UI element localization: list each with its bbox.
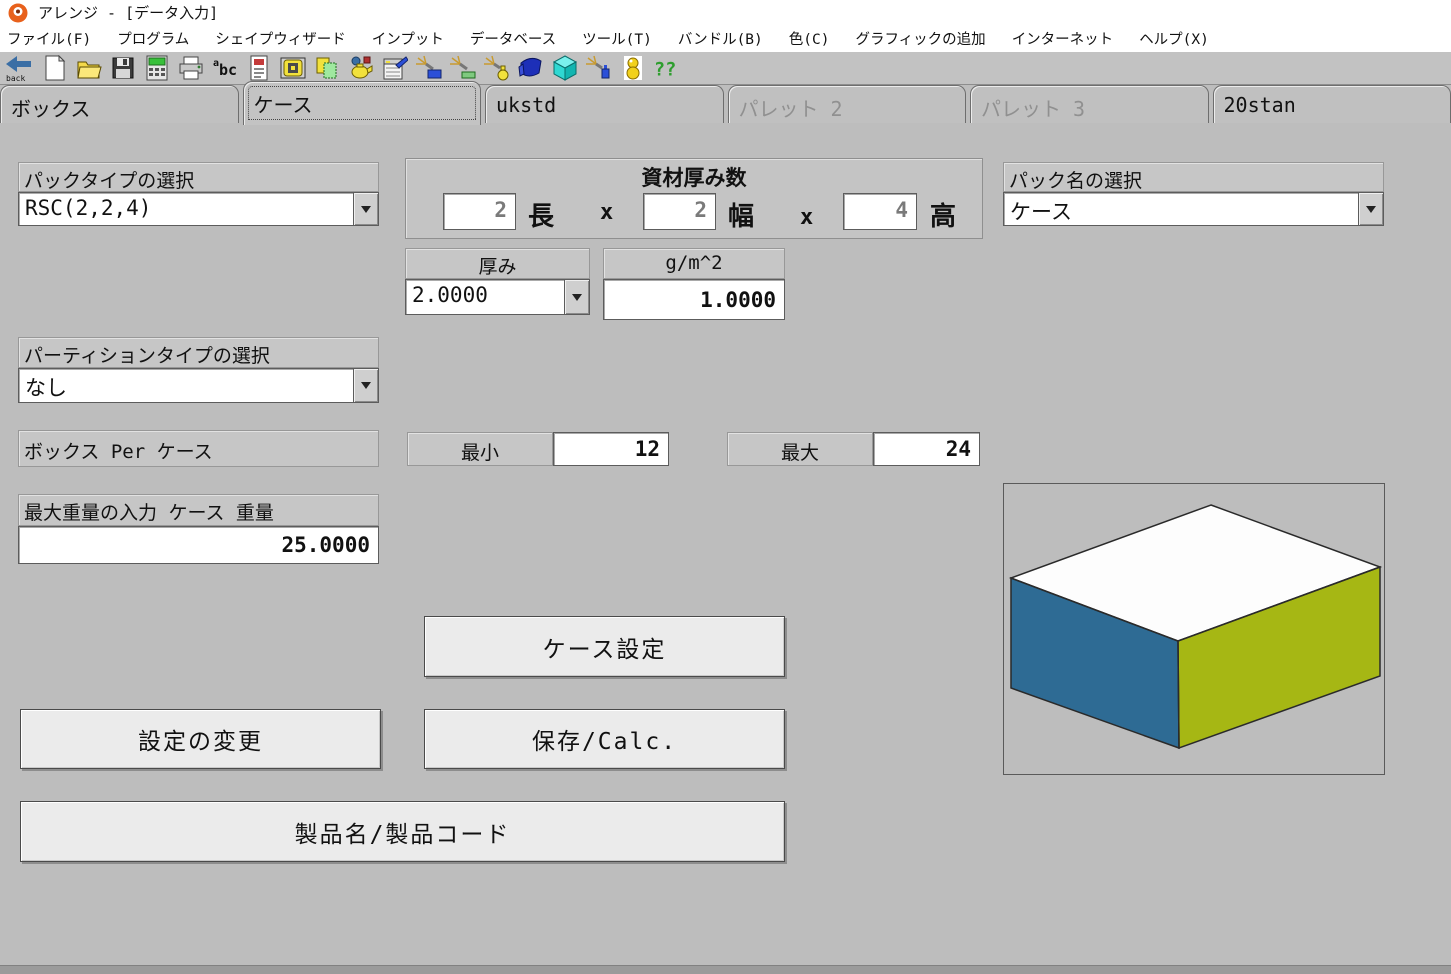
pack-type-value: RSC(2,2,4): [19, 193, 353, 225]
pack-name-dropdown-icon[interactable]: [1358, 193, 1383, 225]
material-width-input[interactable]: 2: [643, 193, 716, 230]
save-icon[interactable]: [109, 53, 137, 83]
menu-file[interactable]: ファイル(F): [7, 28, 91, 49]
material-height-input[interactable]: 4: [843, 193, 917, 230]
thickness-value: 2.0000: [406, 280, 564, 314]
back-icon[interactable]: back: [3, 53, 35, 83]
min-input[interactable]: 12: [553, 432, 669, 466]
app-logo-icon: [8, 3, 28, 23]
title-bar: アレンジ - [データ入力]: [0, 0, 1451, 25]
tab-bar: ボックス ケース ukstd パレット 2 パレット 3 20stan: [0, 85, 1451, 123]
partition-type-label: パーティションタイプの選択: [18, 337, 379, 368]
material-length-unit: 長: [528, 196, 554, 233]
min-label: 最小: [407, 432, 553, 466]
window-title: アレンジ - [データ入力]: [38, 2, 218, 23]
tab-case[interactable]: ケース: [243, 81, 482, 125]
partition-type-select[interactable]: なし: [18, 368, 379, 403]
max-weight-input[interactable]: 25.0000: [18, 526, 379, 564]
copy-pages-icon[interactable]: [313, 53, 341, 83]
box-view-icon[interactable]: [279, 53, 307, 83]
print-icon[interactable]: [177, 53, 205, 83]
tab-pallet-2[interactable]: パレット 2: [728, 85, 967, 123]
save-calc-button[interactable]: 保存/Calc.: [424, 709, 785, 769]
cyan-cube-icon[interactable]: [551, 53, 579, 83]
partition-type-value: なし: [19, 369, 353, 402]
paint-bottle-icon[interactable]: [483, 53, 511, 83]
menu-input[interactable]: インプット: [372, 28, 444, 49]
svg-text:??: ??: [654, 59, 676, 80]
menu-program[interactable]: プログラム: [117, 28, 189, 49]
app-window: アレンジ - [データ入力] ファイル(F) プログラム シェイプウィザード イ…: [0, 0, 1451, 974]
thickness-dropdown-icon[interactable]: [564, 280, 589, 314]
max-weight-label: 最大重量の入力 ケース 重量: [18, 494, 379, 526]
tab-box[interactable]: ボックス: [0, 85, 239, 123]
material-length-input[interactable]: 2: [443, 193, 516, 230]
pack-type-dropdown-icon[interactable]: [353, 193, 378, 225]
box-per-case-label: ボックス Per ケース: [18, 430, 379, 467]
open-folder-icon[interactable]: [75, 53, 103, 83]
paint-box-icon[interactable]: [415, 53, 443, 83]
pack-type-select[interactable]: RSC(2,2,4): [18, 192, 379, 226]
material-thickness-title: 資材厚み数: [406, 159, 982, 192]
pack-name-select[interactable]: ケース: [1003, 192, 1384, 226]
menu-bar: ファイル(F) プログラム シェイプウィザード インプット データベース ツール…: [0, 25, 1451, 52]
pack-name-label: パック名の選択: [1003, 162, 1384, 192]
box-preview-panel: [1003, 483, 1385, 775]
form-edit-icon[interactable]: [381, 53, 409, 83]
thickness-select[interactable]: 2.0000: [405, 279, 590, 315]
menu-internet[interactable]: インターネット: [1012, 28, 1114, 49]
change-settings-button[interactable]: 設定の変更: [20, 709, 381, 769]
product-name-code-button[interactable]: 製品名/製品コード: [20, 801, 785, 862]
window-bottom-edge: [0, 965, 1451, 974]
tab-ukstd[interactable]: ukstd: [485, 85, 724, 123]
blue-solid-icon[interactable]: [517, 53, 545, 83]
thickness-label: 厚み: [405, 248, 590, 279]
menu-color[interactable]: 色(C): [789, 28, 830, 49]
max-label: 最大: [727, 432, 873, 466]
svg-text:back: back: [6, 74, 25, 82]
tab-20stan[interactable]: 20stan: [1213, 85, 1451, 123]
material-height-unit: 高: [930, 196, 956, 233]
material-multiply-1: x: [600, 200, 613, 225]
menu-bundle[interactable]: バンドル(B): [678, 28, 763, 49]
box-3d-graphic: [1004, 484, 1384, 774]
spell-check-icon[interactable]: a bc: [211, 53, 239, 83]
menu-database[interactable]: データベース: [470, 28, 556, 49]
calculator-icon[interactable]: [143, 53, 171, 83]
menu-shape-wizard[interactable]: シェイプウィザード: [215, 28, 346, 49]
pack-name-value: ケース: [1004, 193, 1358, 225]
new-document-icon[interactable]: [41, 53, 69, 83]
material-multiply-2: x: [800, 205, 813, 230]
max-input[interactable]: 24: [873, 432, 980, 466]
menu-add-graphic[interactable]: グラフィックの追加: [855, 28, 985, 49]
partition-type-dropdown-icon[interactable]: [353, 369, 378, 402]
paint-tray-icon[interactable]: [449, 53, 477, 83]
gsm-label: g/m^2: [603, 248, 785, 279]
pack-type-label: パックタイプの選択: [18, 162, 379, 192]
report-icon[interactable]: [245, 53, 273, 83]
gsm-input[interactable]: 1.0000: [603, 279, 785, 320]
tab-pallet-3[interactable]: パレット 3: [970, 85, 1209, 123]
case-settings-button[interactable]: ケース設定: [424, 616, 785, 677]
help-icon[interactable]: ??: [653, 53, 681, 83]
beads-icon[interactable]: [619, 53, 647, 83]
svg-text:bc: bc: [219, 61, 237, 79]
objects-group-icon[interactable]: [347, 53, 375, 83]
material-width-unit: 幅: [728, 196, 754, 233]
menu-help[interactable]: ヘルプ(X): [1139, 28, 1209, 49]
toolbar: back: [0, 52, 1451, 85]
menu-tools[interactable]: ツール(T): [582, 28, 652, 49]
paint-flask-icon[interactable]: [585, 53, 613, 83]
